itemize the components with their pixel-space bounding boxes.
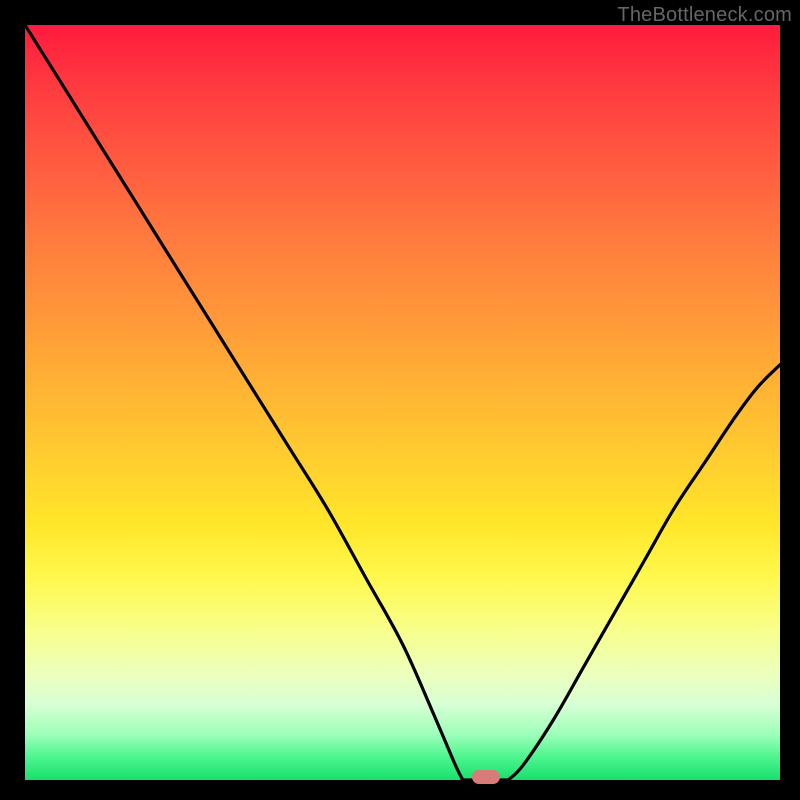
watermark-text: TheBottleneck.com	[617, 4, 792, 27]
plot-area	[25, 25, 780, 780]
bottleneck-curve	[25, 25, 780, 780]
minimum-marker	[472, 770, 500, 784]
chart-frame: TheBottleneck.com	[0, 0, 800, 800]
